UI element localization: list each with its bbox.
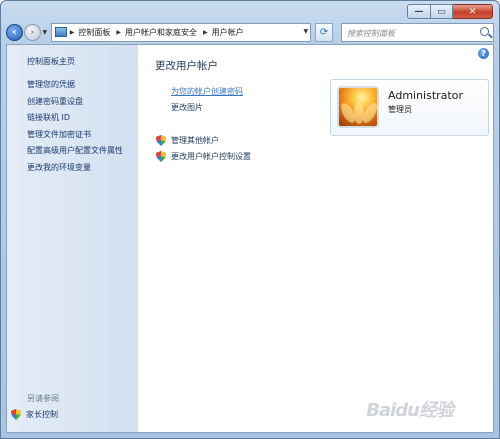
sidebar-item-profile-properties[interactable]: 配置高级用户配置文件属性 <box>27 145 123 162</box>
chevron-right-icon[interactable]: ▶ <box>116 29 121 36</box>
sidebar: 控制面板主页 管理您的凭据 创建密码重设盘 链接联机 ID 管理文件加密证书 配… <box>7 45 138 432</box>
breadcrumb-label: 用户帐户 <box>211 27 244 37</box>
control-panel-icon <box>54 27 67 37</box>
breadcrumb-label: 用户帐户和家庭安全 <box>125 27 198 37</box>
flower-petal <box>360 100 377 126</box>
breadcrumb-item[interactable]: 控制面板 <box>78 27 110 38</box>
chevron-down-icon[interactable]: ▼ <box>303 28 308 35</box>
create-password-link[interactable]: 为您的帐户创建密码 <box>171 86 243 97</box>
minimize-button[interactable]: — <box>407 4 431 19</box>
security-shield-icon <box>156 135 166 146</box>
manage-other-accounts-label: 管理其他帐户 <box>171 136 219 145</box>
account-card: Administrator 管理员 <box>330 79 489 136</box>
forward-arrow-icon[interactable]: › <box>23 23 41 41</box>
breadcrumb-item[interactable]: 用户帐户和家庭安全 <box>125 27 197 38</box>
security-shield-icon <box>156 151 166 162</box>
breadcrumb-label: 控制面板 <box>78 27 111 37</box>
sidebar-item-manage-credentials[interactable]: 管理您的凭据 <box>27 79 123 96</box>
parental-controls-label: 家长控制 <box>26 410 58 419</box>
watermark: Baidu经验 <box>366 400 454 421</box>
navigation-bar: ‹ › ▼ ▶ 控制面板 ▶ 用户帐户和家庭安全 ▶ 用户帐户 ▼ ⟳ 搜索控制… <box>6 21 494 43</box>
see-also-heading: 另请参阅 <box>27 394 59 403</box>
breadcrumb-item[interactable]: 用户帐户 <box>212 27 244 38</box>
refresh-icon[interactable]: ⟳ <box>315 22 333 42</box>
search-input[interactable]: 搜索控制面板 <box>340 22 494 42</box>
sidebar-task-list: 管理您的凭据 创建密码重设盘 链接联机 ID 管理文件加密证书 配置高级用户配置… <box>27 79 123 178</box>
manage-other-accounts-link[interactable]: 管理其他帐户 <box>156 135 219 146</box>
maximize-button[interactable]: ▭ <box>431 4 453 19</box>
sidebar-item-password-reset-disk[interactable]: 创建密码重设盘 <box>27 96 123 113</box>
content-area: ? 控制面板主页 管理您的凭据 创建密码重设盘 链接联机 ID 管理文件加密证书… <box>6 44 494 433</box>
main-panel: 更改用户帐户 为您的帐户创建密码 更改图片 管理其他帐户 更改用户帐户控制设置 … <box>155 45 493 432</box>
search-icon[interactable] <box>480 26 489 36</box>
close-button[interactable]: ✕ <box>453 4 493 19</box>
user-avatar <box>337 86 379 128</box>
account-name: Administrator <box>388 89 463 102</box>
sidebar-item-encryption-certificates[interactable]: 管理文件加密证书 <box>27 129 123 146</box>
control-panel-window: — ▭ ✕ ‹ › ▼ ▶ 控制面板 ▶ 用户帐户和家庭安全 ▶ 用户帐户 ▼ … <box>0 0 500 439</box>
sidebar-item-home[interactable]: 控制面板主页 <box>27 56 75 67</box>
change-picture-link[interactable]: 更改图片 <box>171 102 203 113</box>
recent-pages-dropdown[interactable]: ▼ <box>41 29 49 36</box>
address-bar[interactable]: ▶ 控制面板 ▶ 用户帐户和家庭安全 ▶ 用户帐户 ▼ <box>50 22 312 42</box>
back-arrow-icon[interactable]: ‹ <box>6 23 23 41</box>
sidebar-item-environment-variables[interactable]: 更改我的环境变量 <box>27 162 123 179</box>
sidebar-item-link-online-id[interactable]: 链接联机 ID <box>27 112 123 129</box>
page-title: 更改用户帐户 <box>155 60 218 72</box>
uac-settings-link[interactable]: 更改用户帐户控制设置 <box>156 151 251 162</box>
chevron-right-icon[interactable]: ▶ <box>70 29 75 36</box>
chevron-right-icon[interactable]: ▶ <box>203 29 208 36</box>
account-role: 管理员 <box>388 105 412 114</box>
security-shield-icon <box>11 409 21 420</box>
window-controls: — ▭ ✕ <box>407 4 493 19</box>
sidebar-item-parental-controls[interactable]: 家长控制 <box>11 409 58 420</box>
uac-settings-label: 更改用户帐户控制设置 <box>171 152 251 161</box>
search-placeholder: 搜索控制面板 <box>346 28 395 38</box>
